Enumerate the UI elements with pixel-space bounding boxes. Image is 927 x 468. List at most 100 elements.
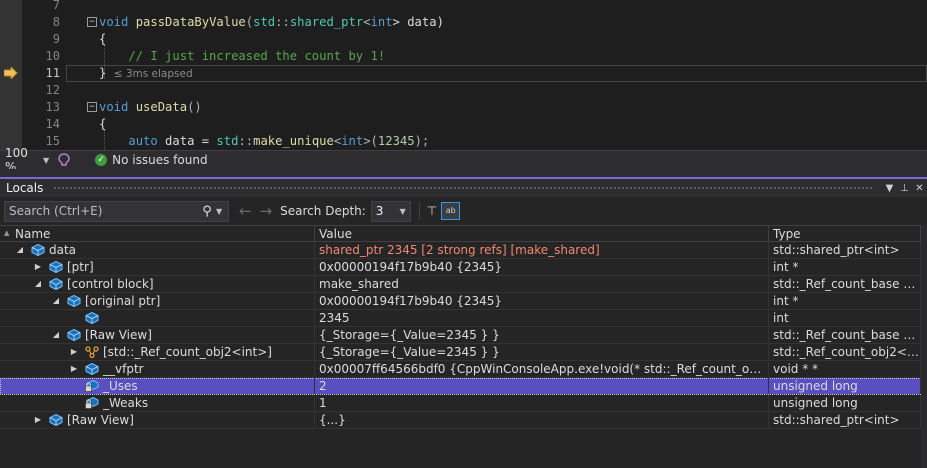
collapse-icon[interactable]: − [87,102,97,112]
value-cell[interactable]: 2345 [315,310,769,326]
table-row[interactable]: ◢ [Raw View] {_Storage={_Value=2345 } } std… [0,327,921,344]
back-arrow-icon[interactable]: ← [239,202,252,220]
value-cell[interactable]: shared_ptr 2345 [2 strong refs] [make_sh… [315,242,769,258]
code-token: { [99,32,107,46]
vertical-scrollbar[interactable] [921,225,927,468]
type-cell: std::shared_ptr<int> [769,242,921,258]
type-cell: int * [769,293,921,309]
variable-name: _Weaks [103,396,149,410]
table-row[interactable]: ▶ [std::_Ref_count_obj2<int>] {_Storage={_… [0,344,921,361]
expand-arrow-icon[interactable]: ▶ [69,344,79,360]
table-row[interactable]: 2345 int [0,310,921,327]
intellicode-icon[interactable] [57,153,71,167]
table-row[interactable]: ▶ [Raw View] {...} std::shared_ptr<int> [0,412,921,429]
collapse-arrow-icon[interactable]: ◢ [33,276,43,292]
indent-guide [104,45,105,79]
collapse-arrow-icon[interactable]: ◢ [15,242,25,258]
table-row[interactable]: _Uses 2 unsigned long [0,378,921,395]
object-icon [49,413,63,427]
code-token: ); [414,134,430,148]
type-cell: std::_Ref_count_base {std::_Ref_count_ob… [769,327,921,343]
code-line[interactable]: 13 − void useData() [0,99,927,116]
pin-icon[interactable]: ⊤ [427,204,437,218]
name-cell: ◢ [original ptr] [0,293,315,309]
code-token: useData [135,100,188,114]
column-header-name[interactable]: ▲ Name [0,226,315,242]
expand-arrow-icon[interactable]: ▶ [33,412,43,428]
code-text: auto data = std::make_unique<int>(12345)… [99,133,429,150]
code-line[interactable]: 11 } ≤ 3ms elapsed [0,65,927,82]
variable-name: [control block] [67,277,154,291]
code-line[interactable]: 9{ [0,31,927,48]
name-cell [0,310,315,326]
issues-status[interactable]: No issues found [112,153,207,167]
pin-icon[interactable]: ⊥ [897,183,912,194]
name-cell: ▶ [Raw View] [0,412,315,428]
code-text: } ≤ 3ms elapsed [99,65,193,83]
table-row[interactable]: _Weaks 1 unsigned long [0,395,921,412]
code-line[interactable]: 15 auto data = std::make_unique<int>(123… [0,133,927,150]
name-cell: ◢ [control block] [0,276,315,292]
panel-splitter[interactable] [0,169,927,177]
value-cell[interactable]: 0x00007ff64566bdf0 {CppWinConsoleApp.exe… [315,361,769,377]
code-line[interactable]: 10 // I just increased the count by 1! [0,48,927,65]
forward-arrow-icon[interactable]: → [260,202,273,220]
code-text: // I just increased the count by 1! [99,48,385,65]
value-cell[interactable]: make_shared [315,276,769,292]
value-cell[interactable]: {_Storage={_Value=2345 } } [315,327,769,343]
expand-arrow-icon[interactable]: ▶ [33,259,43,275]
type-cell: int * [769,259,921,275]
drag-grip[interactable] [53,185,872,191]
locals-grid: ▲ Name Value Type ◢ data shared_ptr 2345 [… [0,225,921,468]
toolbar-separator [418,202,420,220]
locals-window: Locals ▼ ⊥ ✕ ⚲ ▼ ← → Search Depth: 3 ▼ ⊤… [0,177,927,468]
type-cell: unsigned long [769,395,921,411]
table-row[interactable]: ◢ data shared_ptr 2345 [2 strong refs] [ma… [0,242,921,259]
value-cell[interactable]: 1 [315,395,769,411]
chevron-down-icon[interactable]: ▼ [216,207,228,216]
table-row[interactable]: ◢ [control block] make_shared std::_Ref_cou… [0,276,921,293]
search-input[interactable] [5,201,198,221]
search-icon[interactable]: ⚲ [198,204,216,219]
name-cell: ◢ data [0,242,315,258]
code-line[interactable]: 7 [0,0,927,14]
type-cell: std::_Ref_count_obj2<int> [769,344,921,360]
value-cell[interactable]: 2 [315,378,769,394]
object-icon [49,277,63,291]
close-icon[interactable]: ✕ [912,183,927,194]
search-box[interactable]: ⚲ ▼ [4,200,229,222]
variable-name: __vfptr [103,362,144,376]
table-row[interactable]: ◢ [original ptr] 0x00000194f17b9b40 {2345}… [0,293,921,310]
code-token: void [99,100,129,114]
code-token: () [187,100,202,114]
code-token: int [370,15,393,29]
collapse-icon[interactable]: − [87,17,97,27]
search-depth-select[interactable]: 3 ▼ [370,200,411,222]
locked-field-icon [85,396,99,409]
chevron-down-icon[interactable]: ▼ [43,156,49,165]
base-class-icon [85,346,99,359]
perf-tip[interactable]: ≤ 3ms elapsed [114,68,193,80]
name-cell: _Weaks [0,395,315,411]
value-cell[interactable]: {...} [315,412,769,428]
table-row[interactable]: ▶ [ptr] 0x00000194f17b9b40 {2345} int * [0,259,921,276]
line-number: 11 [45,66,60,80]
column-header-type[interactable]: Type [769,226,921,242]
locals-title-bar[interactable]: Locals ▼ ⊥ ✕ [0,177,927,197]
code-line[interactable]: 12 [0,82,927,99]
collapse-arrow-icon[interactable]: ◢ [51,293,61,309]
hex-display-icon[interactable]: ab [441,202,461,220]
value-cell[interactable]: 0x00000194f17b9b40 {2345} [315,259,769,275]
code-line[interactable]: 8 − void passDataByValue(std::shared_ptr<i… [0,14,927,31]
code-line[interactable]: 14 { [0,116,927,133]
value-cell[interactable]: {_Storage={_Value=2345 } } [315,344,769,360]
table-row[interactable]: ▶ __vfptr 0x00007ff64566bdf0 {CppWinConsol… [0,361,921,378]
column-header-value[interactable]: Value [315,226,769,242]
value-cell[interactable]: 0x00000194f17b9b40 {2345} [315,293,769,309]
code-token: std [216,134,239,148]
window-options-icon[interactable]: ▼ [882,183,897,194]
collapse-arrow-icon[interactable]: ◢ [51,327,61,343]
expand-arrow-icon[interactable]: ▶ [69,361,79,377]
code-editor[interactable]: 7 8− void passDataByValue(std::shared_ptr<… [0,0,927,150]
